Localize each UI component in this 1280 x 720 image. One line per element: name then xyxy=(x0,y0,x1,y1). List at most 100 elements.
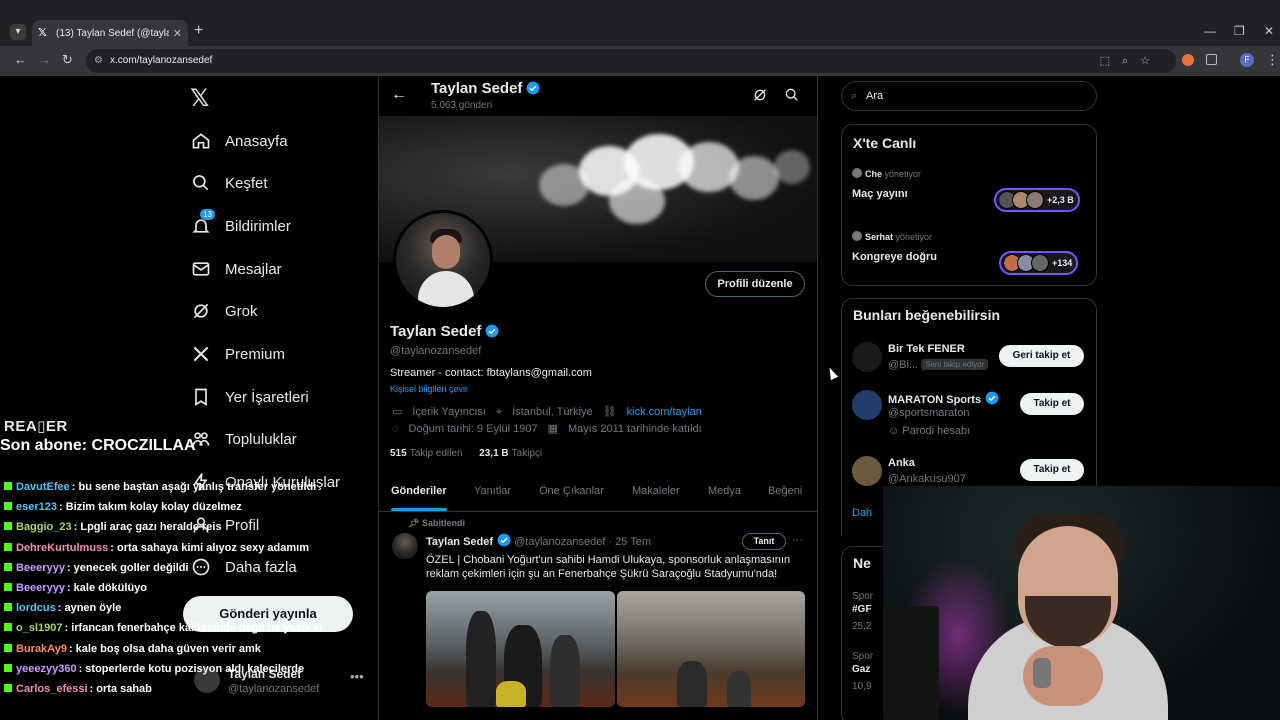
edit-profile-button[interactable]: Profili düzenle xyxy=(705,271,805,297)
nav-item-3[interactable]: 13 Bildirimler xyxy=(190,209,291,241)
pinned-label: 📌︎ Sabitlendi xyxy=(408,518,465,529)
profile-tab-3[interactable]: Öne Çıkanlar xyxy=(539,485,604,497)
calendar-icon: ▦ xyxy=(547,423,558,435)
notification-count-badge: 13 xyxy=(200,209,215,220)
follow-button[interactable]: Geri takip et xyxy=(999,345,1084,367)
profile-tab-4[interactable]: Makaleler xyxy=(632,485,680,497)
live-title[interactable]: Kongreye doğru xyxy=(852,251,937,263)
show-more-link[interactable]: Dah xyxy=(852,507,872,519)
nav-item-7[interactable]: Yer İşaretleri xyxy=(190,382,309,412)
kick-badge-icon xyxy=(4,663,12,672)
live-host[interactable]: Che yönetiyor xyxy=(852,168,921,179)
trend-line[interactable]: Spor xyxy=(852,591,873,602)
avatar[interactable] xyxy=(852,342,882,372)
suggestion-name[interactable]: Bir Tek FENER xyxy=(888,343,965,355)
avatar[interactable] xyxy=(392,533,418,559)
x-logo-icon xyxy=(190,343,212,365)
tweet-author[interactable]: Taylan Sedef xyxy=(426,536,493,548)
nav-item-5[interactable]: Grok xyxy=(190,296,258,326)
nav-item-11[interactable]: Daha fazla xyxy=(190,552,297,582)
tab-search-button[interactable]: ▾ xyxy=(10,24,26,40)
avatar[interactable] xyxy=(852,390,882,420)
promote-button[interactable]: Tanıt xyxy=(742,533,786,550)
suggestion-name[interactable]: MARATON Sports xyxy=(888,391,999,406)
following-link[interactable]: 515 Takip edilen xyxy=(390,448,463,459)
profile-birthday: Doğum tarihi: 9 Eylül 1907 xyxy=(408,423,538,435)
tweet-image[interactable] xyxy=(617,591,805,707)
close-window-button[interactable]: ✕ xyxy=(1264,24,1274,38)
trend-line[interactable]: Spor xyxy=(852,651,873,662)
back-arrow-icon[interactable]: ← xyxy=(391,86,407,104)
profile-tab-2[interactable]: Yanıtlar xyxy=(474,485,511,497)
browser-tab[interactable]: 𝕏 (13) Taylan Sedef (@taylanoza ✕ xyxy=(32,20,188,46)
news-title: Ne xyxy=(853,555,871,571)
browser-menu-icon[interactable]: ⋮ xyxy=(1266,52,1279,68)
extension-icon[interactable] xyxy=(1182,54,1194,66)
suggestion-name-text: MARATON Sports xyxy=(888,394,982,406)
forward-button[interactable]: → xyxy=(38,52,51,67)
live-listeners-pill[interactable]: +134 xyxy=(999,251,1079,275)
close-tab-icon[interactable]: ✕ xyxy=(173,27,182,40)
live-host-role: yönetiyor xyxy=(884,169,922,179)
tweet-image[interactable] xyxy=(426,591,615,707)
live-host-role: yönetiyor xyxy=(895,232,933,242)
chat-text: : kale dökülüyo xyxy=(66,582,148,594)
browser-profile-avatar[interactable]: F xyxy=(1240,53,1254,67)
chat-username: Carlos_efessi xyxy=(16,683,88,695)
live-title[interactable]: Maç yayını xyxy=(852,188,908,200)
suggestion-name-text: Bir Tek FENER xyxy=(888,343,965,355)
follow-button[interactable]: Takip et xyxy=(1020,393,1084,415)
reload-button[interactable]: ↻ xyxy=(62,52,73,68)
back-button[interactable]: ← xyxy=(14,52,27,67)
address-bar[interactable]: ⚙ x.com/taylanozansedef ⬚⌕☆ xyxy=(86,49,1176,73)
avatar[interactable] xyxy=(852,456,882,486)
search-input[interactable]: ⌕ Ara xyxy=(841,81,1097,111)
profile-link[interactable]: kick.com/taylan xyxy=(627,406,702,418)
grok-icon[interactable] xyxy=(752,87,768,103)
verified-badge-icon xyxy=(527,81,540,95)
chat-message: yeeezyy360: stoperlerde kotu pozisyon al… xyxy=(4,663,304,675)
nav-item-1[interactable]: Anasayfa xyxy=(190,126,288,156)
new-tab-button[interactable]: + xyxy=(194,22,203,40)
search-icon[interactable] xyxy=(784,87,800,103)
chat-username: o_sl1907 xyxy=(16,622,63,635)
chat-message: Beeeryyy: kale dökülüyo xyxy=(4,582,147,594)
chat-message: Carlos_efessi: orta sahab xyxy=(4,683,152,695)
tweet-handle-date: @taylanozansedef · 25 Tem xyxy=(514,536,652,548)
x-logo-icon[interactable]: 𝕏 xyxy=(190,84,209,113)
mouse-cursor xyxy=(825,365,839,381)
site-info-icon[interactable]: ⚙ xyxy=(94,49,103,73)
live-host[interactable]: Serhat yönetiyor xyxy=(852,231,932,242)
extensions-puzzle-icon[interactable] xyxy=(1206,54,1217,65)
follow-button[interactable]: Takip et xyxy=(1020,459,1084,481)
chat-message: eser123: Bizim takım kolay kolay düzelme… xyxy=(4,501,242,513)
profile-tab-1[interactable]: Gönderiler xyxy=(391,485,447,497)
nav-item-label: Grok xyxy=(225,302,258,320)
followers-link[interactable]: 23,1 B Takipçi xyxy=(479,448,542,459)
profile-meta-row: ◌ Doğum tarihi: 9 Eylül 1907 ▦ Mayıs 2011 t… xyxy=(392,422,712,435)
omnibox-action-icons[interactable]: ⬚⌕☆ xyxy=(1100,49,1162,73)
suggestion-name[interactable]: Anka xyxy=(888,457,915,469)
nav-item-8[interactable]: Topluluklar xyxy=(190,424,297,454)
trend-line[interactable]: 10,9 xyxy=(852,681,871,692)
trend-line[interactable]: 25,2 xyxy=(852,621,871,632)
profile-tab-6[interactable]: Beğeni xyxy=(768,485,802,497)
more-dots-icon[interactable]: ··· xyxy=(792,534,803,546)
restore-button[interactable]: ❐ xyxy=(1234,24,1245,38)
nav-item-6[interactable]: Premium xyxy=(190,339,285,369)
nav-item-label: Mesajlar xyxy=(225,260,282,278)
post-count: 5.063 gönderi xyxy=(431,100,493,111)
trend-line[interactable]: #GF xyxy=(852,604,871,615)
minimize-button[interactable]: — xyxy=(1204,24,1216,38)
nav-item-2[interactable]: Keşfet xyxy=(190,168,268,198)
live-listeners-pill[interactable]: +2,3 B xyxy=(994,188,1080,212)
nav-item-label: Bildirimler xyxy=(225,217,291,235)
translate-bio-link[interactable]: Kişisel bilgileri çevir xyxy=(390,384,468,394)
profile-avatar[interactable] xyxy=(393,210,493,310)
nav-item-label: Topluluklar xyxy=(225,430,297,448)
listener-count: +2,3 B xyxy=(1047,195,1074,205)
nav-item-4[interactable]: Mesajlar xyxy=(190,254,282,284)
nav-item-label: Daha fazla xyxy=(225,558,297,576)
profile-tab-5[interactable]: Medya xyxy=(708,485,741,497)
trend-line[interactable]: Gaz xyxy=(852,664,870,675)
